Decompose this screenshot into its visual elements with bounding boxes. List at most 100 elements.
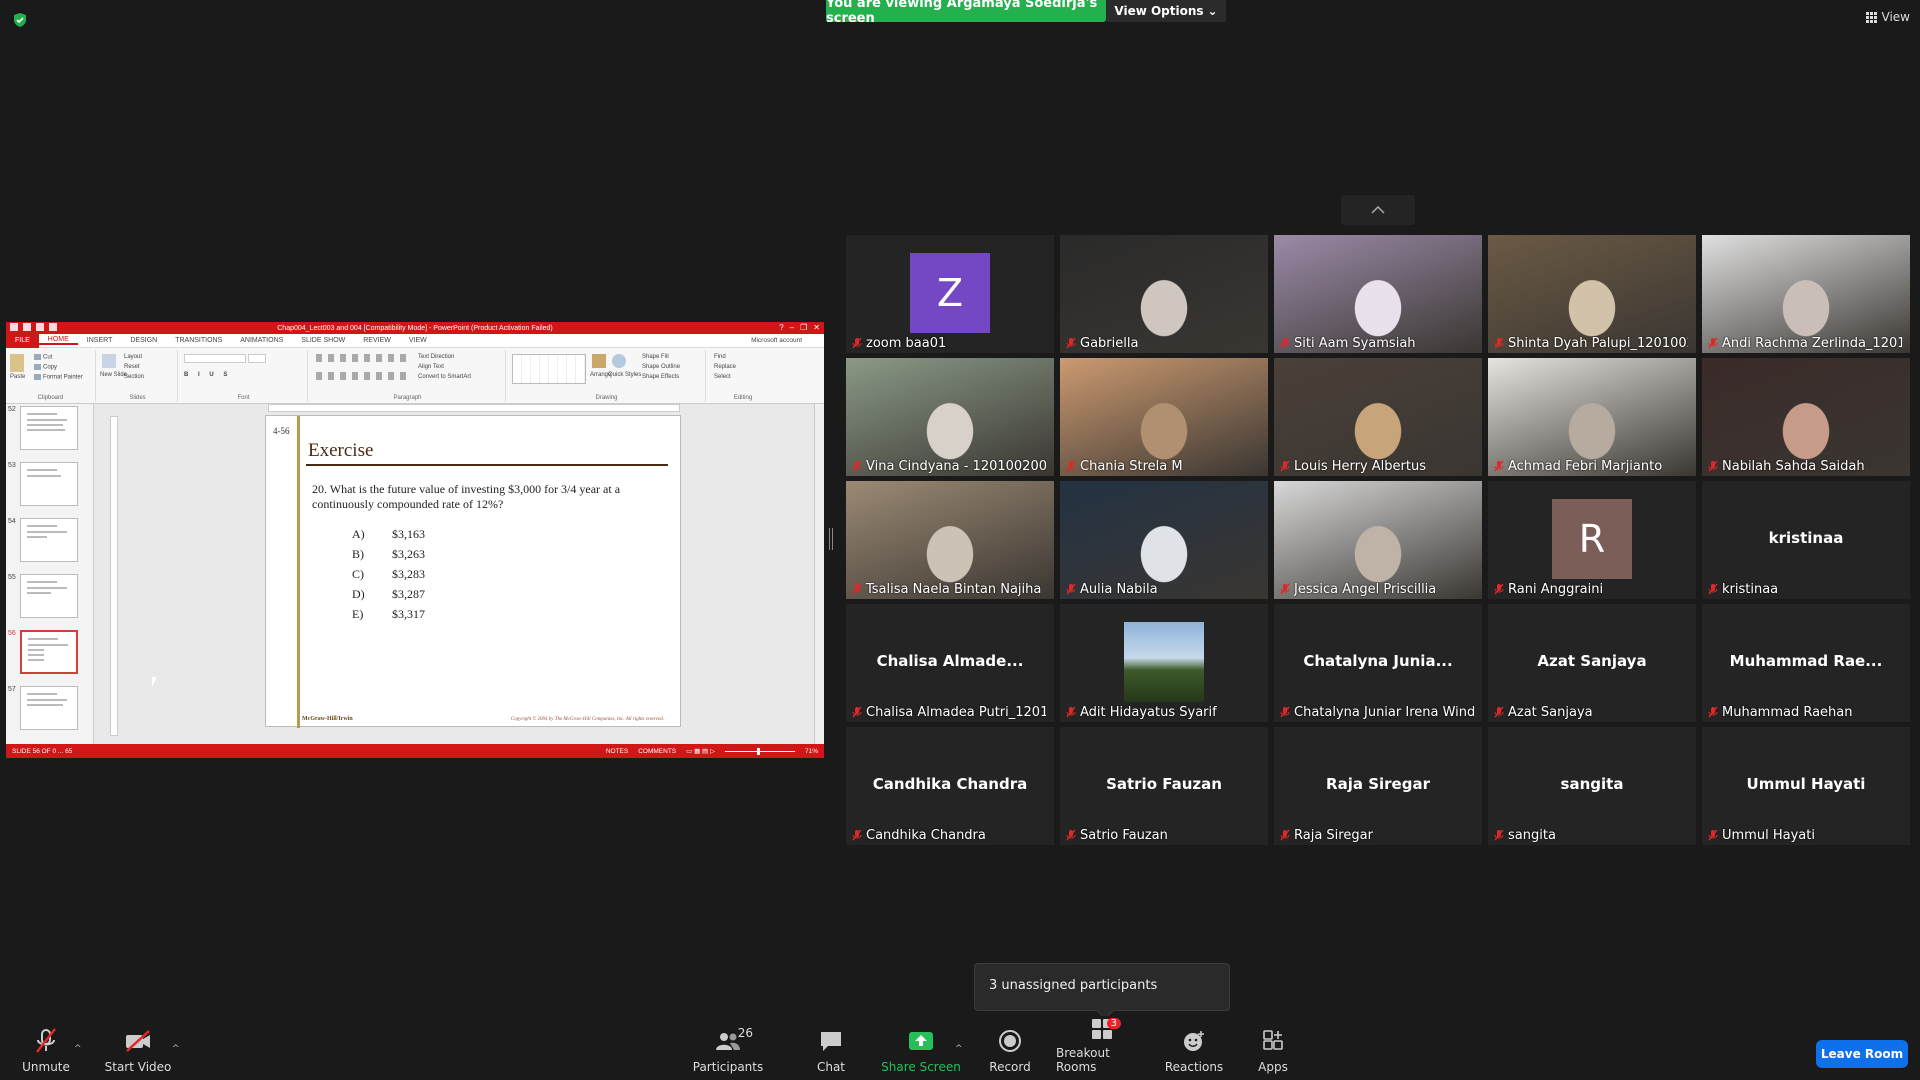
- slide-thumbnails-pane: 52 53 54 55 56 57: [6, 404, 94, 744]
- muted-mic-icon: [1280, 583, 1290, 595]
- leave-room-button[interactable]: Leave Room: [1816, 1040, 1908, 1068]
- collapse-gallery-button[interactable]: [1341, 195, 1415, 225]
- paragraph-group-label: Paragraph: [393, 395, 422, 401]
- participant-tile[interactable]: Gabriella: [1060, 235, 1268, 353]
- participant-tile[interactable]: Vina Cindyana - 1201002001: [846, 358, 1054, 476]
- participant-tile[interactable]: Chalisa Almade... Chalisa Almadea Putri_1…: [846, 604, 1054, 722]
- participant-tile[interactable]: kristinaa kristinaa: [1702, 481, 1910, 599]
- participant-name-label: Nabilah Sahda Saidah: [1722, 459, 1865, 474]
- replace-item: Replace: [714, 364, 737, 370]
- apps-button[interactable]: Apps: [1248, 1016, 1298, 1080]
- ppt-ribbon-tabs: FILE HOME INSERT DESIGN TRANSITIONS ANIM…: [6, 333, 824, 348]
- slide-thumbnail: [20, 686, 78, 730]
- view-mode-icons: ▭ ▦ ▤ ▷: [686, 748, 715, 755]
- restore-icon: ❐: [800, 323, 808, 332]
- muted-mic-icon: [1280, 829, 1290, 841]
- option-value: $3,263: [392, 547, 425, 561]
- thumb-number: 52: [8, 406, 16, 413]
- participant-tile[interactable]: Satrio Fauzan Satrio Fauzan: [1060, 727, 1268, 845]
- participant-tile[interactable]: Chania Strela M: [1060, 358, 1268, 476]
- reactions-label: Reactions: [1164, 1060, 1224, 1074]
- breakout-rooms-button[interactable]: 3 Breakout Rooms: [1056, 1016, 1148, 1080]
- panel-resize-handle[interactable]: [829, 528, 833, 550]
- participant-tile[interactable]: Andi Rachma Zerlinda_120100...: [1702, 235, 1910, 353]
- participants-button[interactable]: 26 Participants: [692, 1016, 764, 1080]
- minimize-icon: –: [789, 323, 795, 332]
- participant-tile[interactable]: Raja Siregar Raja Siregar: [1274, 727, 1482, 845]
- share-options-caret-icon[interactable]: ^: [955, 1044, 963, 1054]
- ppt-ribbon: Paste Cut Copy Format Painter Clipboard …: [6, 348, 824, 404]
- security-shield-icon[interactable]: [12, 12, 28, 28]
- slide-thumbnail: [20, 518, 78, 562]
- participant-tile[interactable]: Zzoom baa01: [846, 235, 1054, 353]
- participant-tile[interactable]: Candhika Chandra Candhika Chandra: [846, 727, 1054, 845]
- scissors-icon: [34, 354, 41, 360]
- reactions-button[interactable]: Reactions: [1164, 1016, 1224, 1080]
- chat-button[interactable]: Chat: [806, 1016, 856, 1080]
- participant-name-label: Achmad Febri Marjianto: [1508, 459, 1663, 474]
- participant-tile[interactable]: Tsalisa Naela Bintan Najiha: [846, 481, 1054, 599]
- cut-item: Cut: [34, 354, 52, 361]
- participant-display-name: Raja Siregar: [1326, 775, 1430, 793]
- shared-screen-powerpoint[interactable]: Chap004_Lect003 and 004 [Compatibility M…: [6, 322, 824, 758]
- reactions-icon: [1184, 1031, 1204, 1051]
- participant-display-name: kristinaa: [1768, 529, 1844, 547]
- close-icon: ✕: [813, 323, 820, 332]
- grid-icon: [1865, 11, 1877, 23]
- participant-tile[interactable]: Shinta Dyah Palupi_1201002005: [1488, 235, 1696, 353]
- muted-mic-icon: [1066, 337, 1076, 349]
- participant-tile[interactable]: sangita sangita: [1488, 727, 1696, 845]
- participant-name-label: Satrio Fauzan: [1080, 828, 1168, 843]
- mouse-cursor-icon: [152, 677, 157, 687]
- comments-toggle: COMMENTS: [638, 747, 677, 755]
- video-options-caret-icon[interactable]: ^: [172, 1044, 180, 1054]
- thumb-number: 55: [8, 574, 16, 581]
- share-screen-label: Share Screen: [881, 1060, 961, 1074]
- paste-label: Paste: [10, 374, 26, 380]
- muted-mic-icon: [852, 460, 862, 472]
- view-layout-button[interactable]: View: [1865, 10, 1910, 24]
- font-size-box: [248, 354, 266, 363]
- participant-tile[interactable]: Muhammad Rae... Muhammad Raehan: [1702, 604, 1910, 722]
- participant-tile[interactable]: Ummul Hayati Ummul Hayati: [1702, 727, 1910, 845]
- horizontal-ruler: [268, 404, 680, 412]
- notes-toggle: NOTES: [605, 747, 629, 755]
- slide-count-status: SLIDE 56 OF 0 ... 65: [12, 747, 73, 755]
- muted-mic-icon: [1494, 583, 1504, 595]
- participant-tile[interactable]: Siti Aam Syamsiah: [1274, 235, 1482, 353]
- participant-tile[interactable]: Azat Sanjaya Azat Sanjaya: [1488, 604, 1696, 722]
- copy-item: Copy: [34, 364, 57, 371]
- quick-styles-icon: [612, 354, 626, 368]
- view-label: View: [1881, 10, 1910, 24]
- unassigned-text: 3 unassigned participants: [989, 978, 1158, 993]
- muted-mic-icon: [1066, 583, 1076, 595]
- start-video-button[interactable]: Start Video: [104, 1016, 172, 1080]
- participant-tile[interactable]: Nabilah Sahda Saidah: [1702, 358, 1910, 476]
- participant-tile[interactable]: Louis Herry Albertus: [1274, 358, 1482, 476]
- participant-tile[interactable]: Chatalyna Junia... Chatalyna Juniar Irena…: [1274, 604, 1482, 722]
- align-text-item: Align Text: [418, 364, 444, 370]
- participant-tile[interactable]: Jessica Angel Priscillia: [1274, 481, 1482, 599]
- share-screen-button[interactable]: Share Screen: [880, 1016, 962, 1080]
- participant-name-label: zoom baa01: [866, 336, 947, 351]
- participant-tile[interactable]: Achmad Febri Marjianto: [1488, 358, 1696, 476]
- participant-tile[interactable]: R Rani Anggraini: [1488, 481, 1696, 599]
- thumb-number: 57: [8, 686, 16, 693]
- audio-options-caret-icon[interactable]: ^: [74, 1044, 82, 1054]
- muted-mic-icon: [1494, 460, 1504, 472]
- participant-tile[interactable]: Aulia Nabila: [1060, 481, 1268, 599]
- font-group-label: Font: [237, 395, 250, 401]
- participant-name-label: Tsalisa Naela Bintan Najiha: [866, 582, 1042, 597]
- participant-avatar: Z: [910, 253, 990, 333]
- unmute-button[interactable]: Unmute: [16, 1016, 76, 1080]
- record-button[interactable]: Record: [985, 1016, 1035, 1080]
- participant-tile[interactable]: Adit Hidayatus Syarif: [1060, 604, 1268, 722]
- slide-question: 20. What is the future value of investin…: [312, 482, 621, 511]
- muted-mic-icon: [1708, 337, 1718, 349]
- view-options-button[interactable]: View Options ⌄: [1106, 0, 1226, 22]
- clipboard-group-label: Clipboard: [37, 395, 64, 401]
- select-item: Select: [714, 374, 731, 380]
- cut-label: Cut: [43, 354, 53, 361]
- share-screen-icon: [909, 1032, 933, 1050]
- participant-display-name: sangita: [1560, 775, 1624, 793]
